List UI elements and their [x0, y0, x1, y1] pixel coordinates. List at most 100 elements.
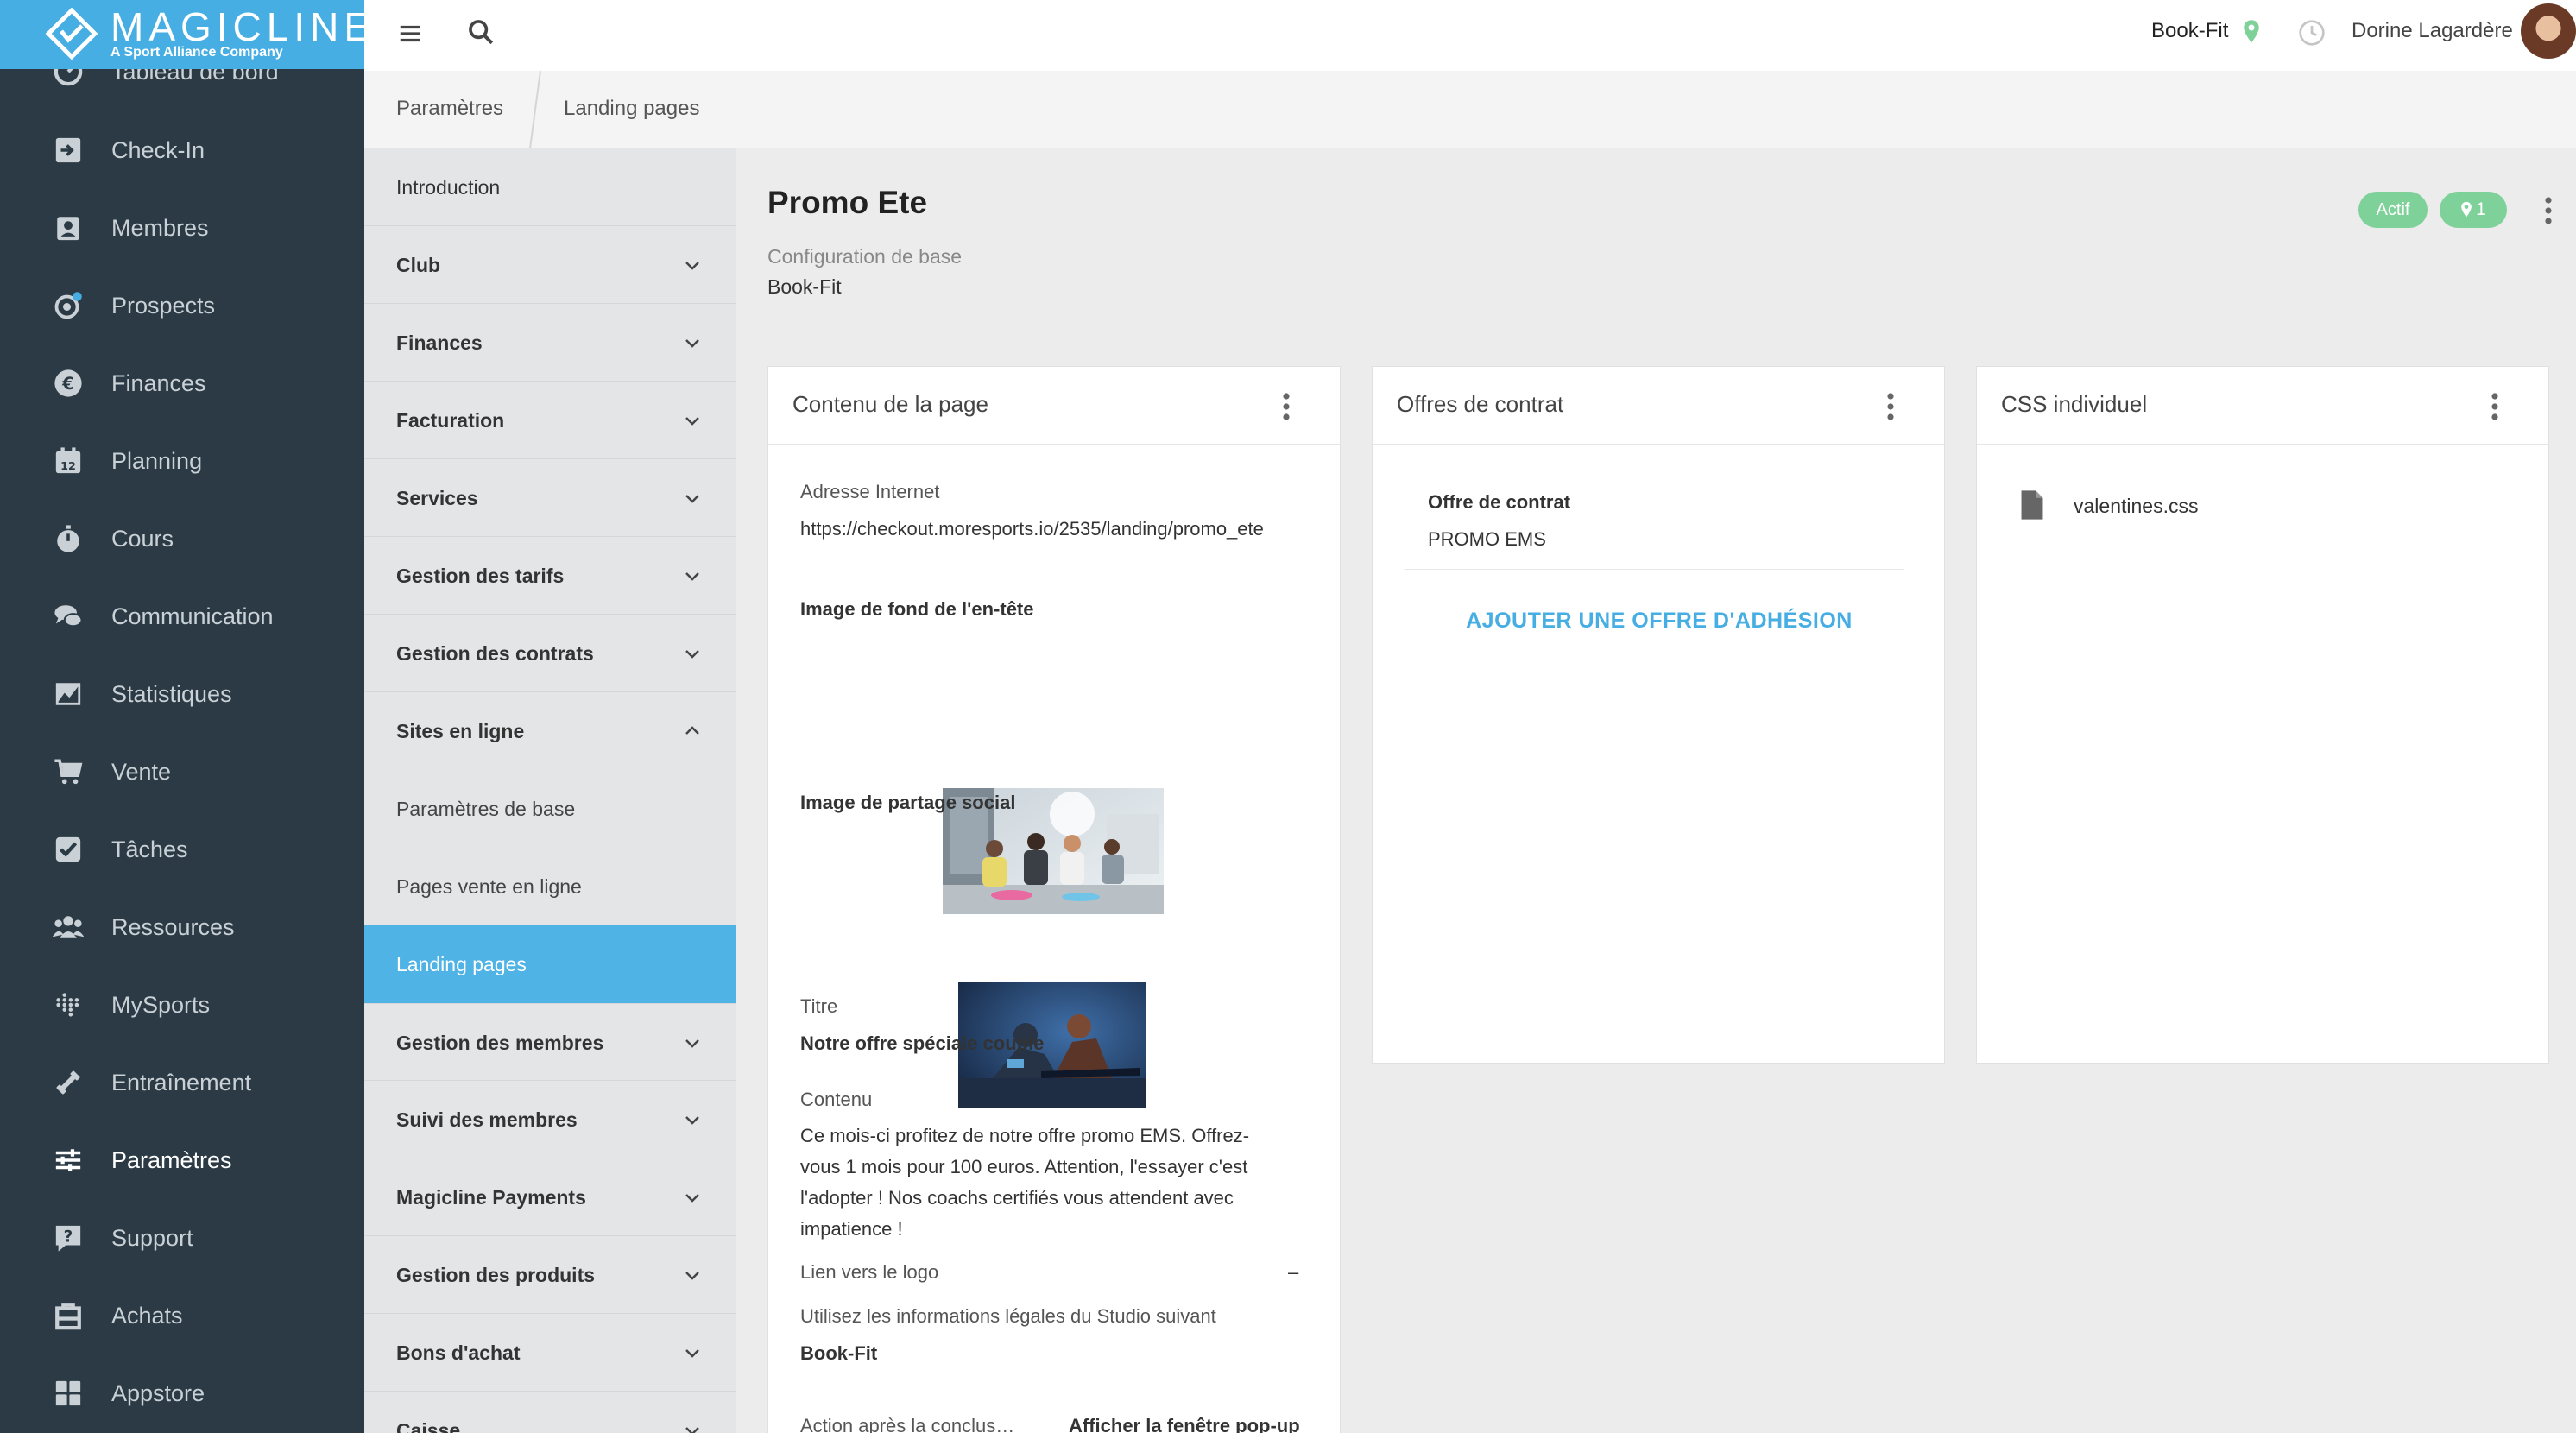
kebab-menu-icon[interactable]: [2486, 389, 2503, 424]
file-icon: [2021, 490, 2043, 520]
calendar-icon: 12: [52, 445, 85, 477]
chevron-down-icon: [685, 417, 699, 426]
subnav-item-landing-pages[interactable]: Landing pages: [364, 925, 736, 1003]
subnav-item-pages-vente-en-ligne[interactable]: Pages vente en ligne: [364, 848, 736, 925]
subnav-item-caisse[interactable]: Caisse: [364, 1392, 736, 1433]
contract-offers-card: Offres de contrat Offre de contrat PROMO…: [1372, 366, 1945, 1064]
svg-text:12: 12: [60, 460, 76, 473]
nav-item-vente[interactable]: Vente: [0, 733, 364, 811]
contract-offer-value[interactable]: PROMO EMS: [1428, 528, 1546, 551]
subnav-item-magicline-payments[interactable]: Magicline Payments: [364, 1158, 736, 1236]
nav-item-entrainement[interactable]: Entraînement: [0, 1044, 364, 1121]
subnav-item-gestion-des-produits[interactable]: Gestion des produits: [364, 1236, 736, 1314]
subnav-label: Gestion des produits: [396, 1264, 596, 1286]
nav-label: Cours: [111, 525, 174, 552]
title-value: Notre offre spéciale couple: [800, 1032, 1045, 1054]
subnav-item-suivi-des-membres[interactable]: Suivi des membres: [364, 1081, 736, 1158]
avatar[interactable]: [2521, 3, 2576, 59]
subnav-item-club[interactable]: Club: [364, 226, 736, 304]
content-label: Contenu: [800, 1089, 873, 1110]
subnav-item-gestion-des-contrats[interactable]: Gestion des contrats: [364, 615, 736, 692]
chevron-down-icon: [685, 1039, 699, 1048]
nav-item-membres[interactable]: Membres: [0, 189, 364, 267]
people-icon: [52, 911, 85, 944]
nav-item-taches[interactable]: Tâches: [0, 811, 364, 888]
address-value[interactable]: https://checkout.moresports.io/2535/land…: [800, 518, 1264, 540]
chevron-down-icon: [685, 262, 699, 270]
subnav-item-introduction[interactable]: Introduction: [364, 148, 736, 226]
clock-icon[interactable]: [2298, 19, 2326, 47]
nav-label: Communication: [111, 603, 274, 629]
user-name[interactable]: Dorine Lagardère: [2352, 19, 2513, 43]
settings-subnav: Introduction Club Finances Facturation S…: [364, 148, 736, 1433]
nav-item-finances[interactable]: € Finances: [0, 344, 364, 422]
legal-info-label: Utilisez les informations légales du Stu…: [800, 1305, 1216, 1327]
nav-label: Achats: [111, 1302, 183, 1329]
subnav-label: Services: [396, 487, 478, 509]
svg-text:€: €: [61, 374, 74, 394]
action-after-label: Action après la conclus…: [800, 1415, 1015, 1433]
subnav-item-gestion-des-tarifs[interactable]: Gestion des tarifs: [364, 537, 736, 615]
nav-item-communication[interactable]: Communication: [0, 578, 364, 655]
cart-icon: [52, 755, 85, 788]
chevron-down-icon: [685, 1349, 699, 1358]
nav-label: Finances: [111, 369, 206, 396]
subnav-item-sites-en-ligne[interactable]: Sites en ligne: [364, 692, 736, 770]
page-kebab-menu-icon[interactable]: [2540, 193, 2557, 228]
sliders-icon: [52, 1144, 85, 1177]
subnav-label: Bons d'achat: [396, 1341, 521, 1364]
subnav-item-finances[interactable]: Finances: [364, 304, 736, 382]
kebab-menu-icon[interactable]: [1882, 389, 1899, 424]
subnav-item-parametres-de-base[interactable]: Paramètres de base: [364, 770, 736, 848]
magicline-logo[interactable]: MAGICLINE A Sport Alliance Company: [0, 0, 364, 69]
add-membership-offer-button[interactable]: AJOUTER UNE OFFRE D'ADHÉSION: [1373, 609, 1946, 634]
club-selector[interactable]: Book-Fit: [2151, 19, 2228, 43]
nav-item-cours[interactable]: Cours: [0, 500, 364, 578]
custom-css-card: CSS individuel valentines.css: [1976, 366, 2549, 1064]
nav-label: Tâches: [111, 836, 188, 862]
subnav-item-services[interactable]: Services: [364, 459, 736, 537]
social-image-label: Image de partage social: [800, 792, 1016, 813]
location-count: 1: [2476, 199, 2486, 219]
content-line-1: Ce mois-ci profitez de notre offre promo…: [800, 1125, 1250, 1146]
nav-item-achats[interactable]: Achats: [0, 1277, 364, 1354]
subnav-label: Gestion des contrats: [396, 642, 594, 665]
nav-label: Check-In: [111, 136, 205, 163]
breadcrumb-item-parametres[interactable]: Paramètres: [396, 97, 503, 121]
contract-offer-label: Offre de contrat: [1428, 491, 1571, 513]
subnav-label: Pages vente en ligne: [396, 875, 582, 898]
nav-item-check-in[interactable]: Check-In: [0, 111, 364, 189]
nav-item-planning[interactable]: 12 Planning: [0, 422, 364, 500]
location-pin-icon: [2461, 202, 2472, 218]
nav-item-prospects[interactable]: Prospects: [0, 267, 364, 344]
subnav-item-bons-d-achat[interactable]: Bons d'achat: [364, 1314, 736, 1392]
subnav-item-gestion-des-membres[interactable]: Gestion des membres: [364, 1003, 736, 1081]
status-badge: Actif: [2358, 192, 2428, 228]
page-title: Promo Ete: [767, 185, 928, 220]
chat-icon: [52, 600, 85, 633]
kebab-menu-icon[interactable]: [1278, 389, 1295, 424]
nav-label: Vente: [111, 758, 172, 785]
dots-grid-icon: [52, 988, 85, 1021]
app-root: Tableau de bord MAGICLINE A Sport Allian…: [0, 0, 2576, 1433]
nav-item-statistiques[interactable]: Statistiques: [0, 655, 364, 733]
nav-item-mysports[interactable]: MySports: [0, 966, 364, 1044]
nav-item-appstore[interactable]: Appstore: [0, 1354, 364, 1432]
breadcrumb-item-landing-pages[interactable]: Landing pages: [564, 97, 699, 121]
nav-label: Planning: [111, 447, 203, 474]
nav-item-parametres[interactable]: Paramètres: [0, 1121, 364, 1199]
nav-label: Prospects: [111, 292, 216, 319]
breadcrumb-separator: [529, 71, 541, 148]
css-file-name[interactable]: valentines.css: [2074, 495, 2198, 518]
subnav-item-facturation[interactable]: Facturation: [364, 382, 736, 459]
nav-item-support[interactable]: ? Support: [0, 1199, 364, 1277]
nav-item-ressources[interactable]: Ressources: [0, 888, 364, 966]
nav-label: Support: [111, 1224, 193, 1251]
search-icon[interactable]: [466, 17, 496, 47]
location-pin-icon[interactable]: [2242, 19, 2261, 45]
action-after-value: Afficher la fenêtre pop-up: [1069, 1415, 1300, 1433]
content-line-4: impatience !: [800, 1218, 903, 1240]
menu-toggle-icon[interactable]: [397, 21, 423, 47]
chevron-down-icon: [685, 1194, 699, 1203]
subnav-label: Sites en ligne: [396, 720, 525, 742]
